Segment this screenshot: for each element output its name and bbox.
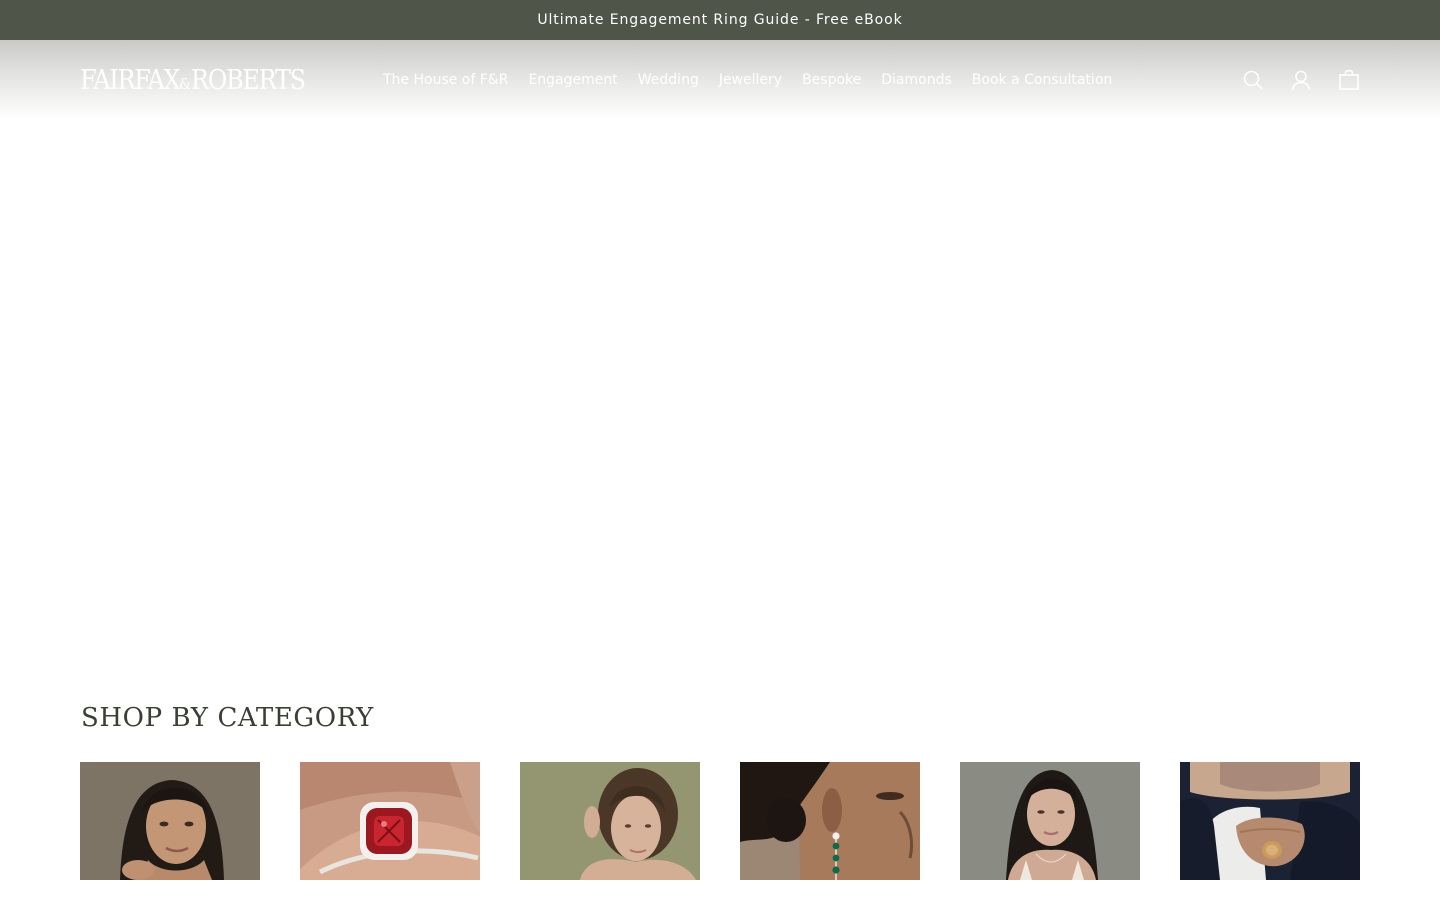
account-icon[interactable] <box>1290 69 1312 91</box>
nav-item-engagement[interactable]: Engagement <box>528 72 617 88</box>
header-icons <box>1242 69 1360 91</box>
nav-item-bespoke[interactable]: Bespoke <box>802 72 861 88</box>
hero-banner <box>0 120 1440 700</box>
nav-item-house[interactable]: The House of F&R <box>383 72 508 88</box>
category-card[interactable] <box>300 762 480 880</box>
category-card[interactable] <box>740 762 920 880</box>
category-card[interactable] <box>960 762 1140 880</box>
nav-item-jewellery[interactable]: Jewellery <box>719 72 782 88</box>
announcement-text[interactable]: Ultimate Engagement Ring Guide - Free eB… <box>537 12 902 28</box>
logo-right: ROBERTS <box>190 64 306 96</box>
announcement-bar[interactable]: Ultimate Engagement Ring Guide - Free eB… <box>0 0 1440 40</box>
ruby-ring-image <box>300 762 480 880</box>
woman-portrait-image <box>80 762 260 880</box>
site-header: FAIRFAX&ROBERTS The House of F&R Engagem… <box>0 40 1440 120</box>
main-nav: The House of F&R Engagement Wedding Jewe… <box>383 72 1112 88</box>
nav-item-consultation[interactable]: Book a Consultation <box>972 72 1112 88</box>
emerald-drop-earring-image <box>740 762 920 880</box>
category-card[interactable] <box>80 762 260 880</box>
logo-left: FAIRFAX <box>80 64 181 96</box>
nav-item-diamonds[interactable]: Diamonds <box>881 72 952 88</box>
logo-ampersand: & <box>179 76 191 94</box>
mens-signet-ring-image <box>1180 762 1360 880</box>
logo[interactable]: FAIRFAX&ROBERTS <box>80 64 310 95</box>
nav-item-wedding[interactable]: Wedding <box>638 72 699 88</box>
category-card[interactable] <box>1180 762 1360 880</box>
category-card[interactable] <box>520 762 700 880</box>
woman-necklace-image <box>960 762 1140 880</box>
bag-icon[interactable] <box>1338 69 1360 91</box>
section-title: SHOP BY CATEGORY <box>81 703 374 733</box>
woman-earring-image <box>520 762 700 880</box>
search-icon[interactable] <box>1242 69 1264 91</box>
category-grid <box>0 762 1440 880</box>
